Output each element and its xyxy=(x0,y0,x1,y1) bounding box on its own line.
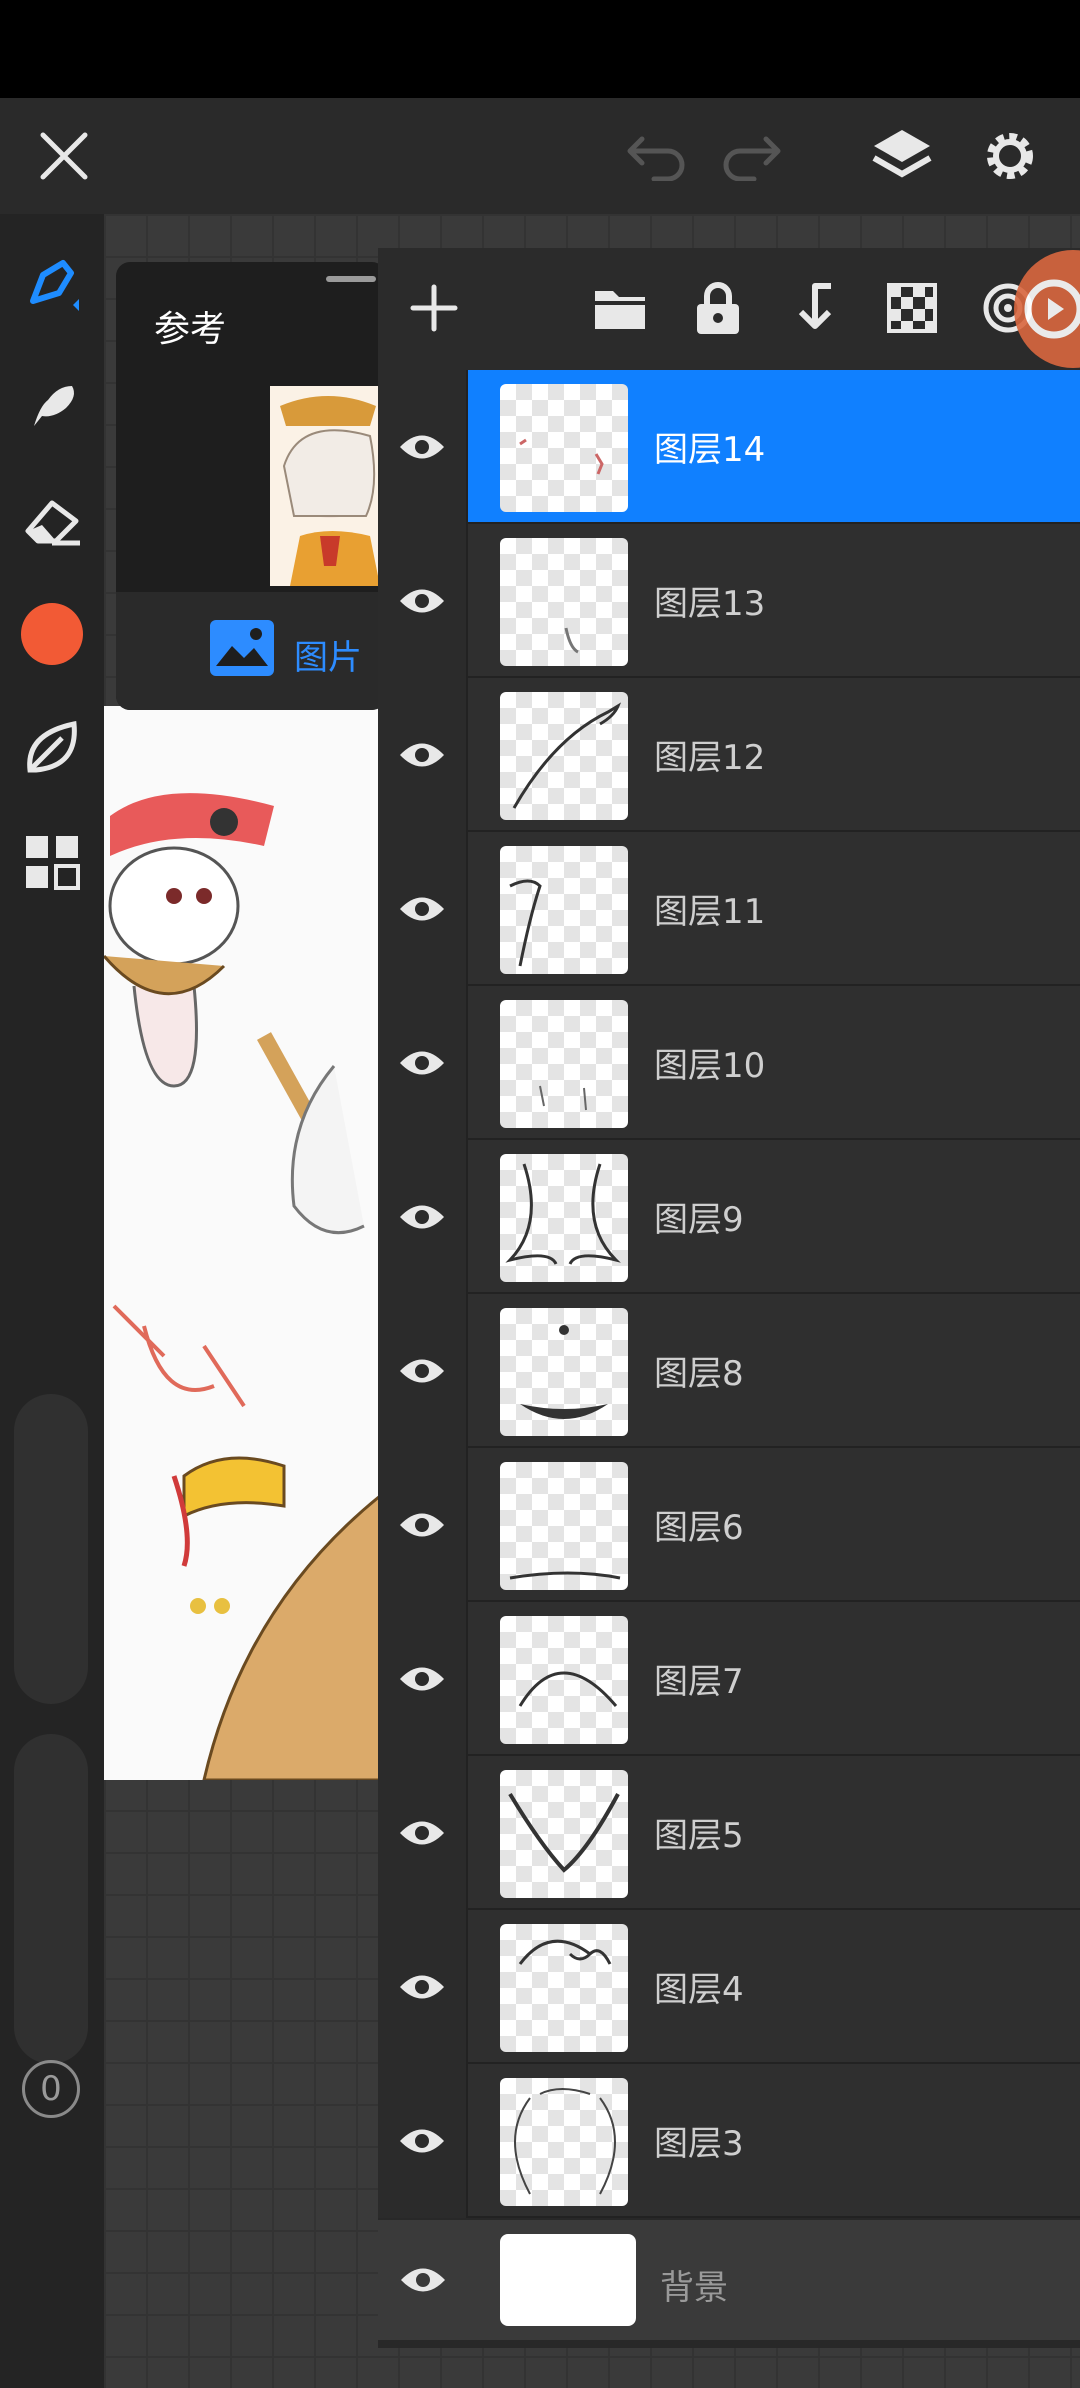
layer-row[interactable]: 图层8 xyxy=(378,1294,1080,1448)
layer-row[interactable]: 图层5 xyxy=(378,1756,1080,1910)
layer-thumbnail xyxy=(500,1770,628,1898)
visibility-eye-icon[interactable] xyxy=(378,1910,468,2064)
layer-row[interactable]: 图层7 xyxy=(378,1602,1080,1756)
layer-name: 图层8 xyxy=(654,1354,744,1394)
left-toolbar: S 0 xyxy=(0,214,104,2388)
lock-icon[interactable] xyxy=(678,268,758,348)
layer-thumbnail xyxy=(500,1616,628,1744)
layer-row[interactable]: 图层12 xyxy=(378,678,1080,832)
visibility-eye-icon[interactable] xyxy=(378,2220,468,2340)
opacity-slider[interactable]: 0 xyxy=(14,1734,88,2118)
background-thumbnail xyxy=(500,2234,636,2326)
background-layer-row[interactable]: 背景 xyxy=(378,2220,1080,2340)
visibility-eye-icon[interactable] xyxy=(378,832,468,986)
layers-icon[interactable] xyxy=(862,116,942,196)
background-layer-name: 背景 xyxy=(660,2268,728,2308)
layer-row[interactable]: 图层10 xyxy=(378,986,1080,1140)
close-icon[interactable] xyxy=(24,116,104,196)
layer-thumbnail xyxy=(500,1924,628,2052)
visibility-eye-icon[interactable] xyxy=(378,986,468,1140)
redo-icon[interactable] xyxy=(712,116,792,196)
layer-name: 图层6 xyxy=(654,1508,744,1548)
visibility-eye-icon[interactable] xyxy=(378,1756,468,1910)
layer-name: 图层10 xyxy=(654,1046,766,1086)
layer-name: 图层3 xyxy=(654,2124,744,2164)
brush-size-slider[interactable]: S xyxy=(14,1394,88,1892)
settings-icon[interactable] xyxy=(970,116,1050,196)
status-bar xyxy=(0,0,1080,98)
opacity-knob[interactable]: 0 xyxy=(22,2060,80,2118)
layer-name: 图层11 xyxy=(654,892,766,932)
layer-row[interactable]: 图层9 xyxy=(378,1140,1080,1294)
visibility-eye-icon[interactable] xyxy=(378,1140,468,1294)
color-swatch[interactable] xyxy=(12,594,92,674)
layer-name: 图层7 xyxy=(654,1662,744,1702)
visibility-eye-icon[interactable] xyxy=(378,1602,468,1756)
layer-row[interactable]: 图层3 xyxy=(378,2064,1080,2218)
picture-icon xyxy=(210,620,274,676)
checker-icon[interactable] xyxy=(872,268,952,348)
layers-panel: 图层14 图层13 图层12 图层11 图层10 图层9 图层8 图层6 图层7 图层5 图层4 图层… xyxy=(378,248,1080,2348)
reference-thumbnail xyxy=(270,386,386,586)
merge-down-icon[interactable] xyxy=(774,268,854,348)
layer-row[interactable]: 图层6 xyxy=(378,1448,1080,1602)
visibility-eye-icon[interactable] xyxy=(378,1294,468,1448)
layer-name: 图层5 xyxy=(654,1816,744,1856)
reference-image xyxy=(104,706,380,1780)
visibility-eye-icon[interactable] xyxy=(378,2064,468,2218)
visibility-eye-icon[interactable] xyxy=(378,1448,468,1602)
layer-thumbnail xyxy=(500,1154,628,1282)
add-layer-icon[interactable] xyxy=(394,268,474,348)
layer-thumbnail xyxy=(500,846,628,974)
reference-panel: 参考 图片 xyxy=(116,262,386,710)
folder-icon[interactable] xyxy=(580,268,660,348)
smudge-icon[interactable] xyxy=(12,364,92,444)
top-bar xyxy=(0,98,1080,214)
layer-name: 图层12 xyxy=(654,738,766,778)
layer-name: 图层13 xyxy=(654,584,766,624)
layer-name: 图层4 xyxy=(654,1970,744,2010)
leaf-icon[interactable] xyxy=(12,708,92,788)
picture-label: 图片 xyxy=(294,638,362,678)
visibility-eye-icon[interactable] xyxy=(378,678,468,832)
brush-icon[interactable] xyxy=(12,244,92,324)
layer-row[interactable]: 图层4 xyxy=(378,1910,1080,2064)
grid-icon[interactable] xyxy=(12,822,92,902)
layer-thumbnail xyxy=(500,1308,628,1436)
visibility-eye-icon[interactable] xyxy=(378,370,468,524)
layer-thumbnail xyxy=(500,2078,628,2206)
layer-row[interactable]: 图层14 xyxy=(378,370,1080,524)
layer-thumbnail xyxy=(500,692,628,820)
layer-row[interactable]: 图层13 xyxy=(378,524,1080,678)
reference-drag-handle[interactable] xyxy=(326,276,376,282)
reference-title: 参考 xyxy=(154,309,227,350)
layer-thumbnail xyxy=(500,538,628,666)
eraser-icon[interactable] xyxy=(12,482,92,562)
visibility-eye-icon[interactable] xyxy=(378,524,468,678)
record-button[interactable] xyxy=(1014,250,1080,368)
layer-name: 图层14 xyxy=(654,430,766,470)
undo-icon[interactable] xyxy=(616,116,696,196)
layer-name: 图层9 xyxy=(654,1200,744,1240)
layer-row[interactable]: 图层11 xyxy=(378,832,1080,986)
layer-thumbnail xyxy=(500,1000,628,1128)
layer-thumbnail xyxy=(500,384,628,512)
picture-button[interactable]: 图片 xyxy=(116,592,386,710)
layers-toolbar xyxy=(378,248,1080,370)
layer-thumbnail xyxy=(500,1462,628,1590)
